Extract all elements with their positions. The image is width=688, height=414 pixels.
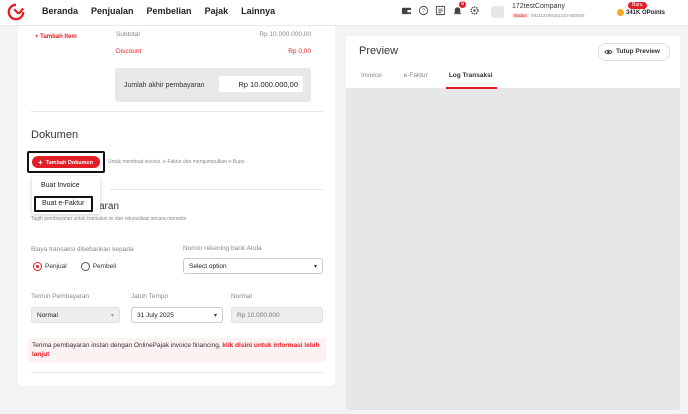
radio-penjual[interactable]: Penjual [33,262,67,271]
svg-text:?: ? [422,9,425,15]
jatuh-tempo-value: 31 July 2025 [137,312,174,319]
chevron-down-icon: ▾ [313,264,317,270]
preview-header: Preview Tutup Preview Invoice e-Faktur L… [346,36,680,89]
total-label: Jumlah akhir pembayaran [124,82,205,89]
header-icons: ? 5 [401,1,480,16]
termin-value: Normal [37,312,58,319]
preview-panel: Preview Tutup Preview Invoice e-Faktur L… [346,36,680,410]
payment-section-title: aran [99,201,120,212]
opoints[interactable]: 341K OPoints [617,9,665,16]
biaya-radio-group: Penjual Pembeli [33,262,116,271]
help-icon[interactable]: ? [418,5,429,16]
onlinepajak-logo[interactable] [7,3,25,21]
nav-penjualan[interactable]: Penjualan [91,6,134,16]
tab-efaktur[interactable]: e-Faktur [404,72,428,84]
company-building-icon [491,6,504,18]
preview-title: Preview [359,45,399,57]
company-id: 091113799151310-000000 [531,13,585,18]
tasks-icon[interactable] [435,5,446,16]
radio-unselected-icon [80,262,90,271]
biaya-label: Biaya transaksi dibebankan kepada [31,246,134,253]
plus-icon: + [38,158,43,167]
main-nav: Beranda Penjualan Pembelian Pajak Lainny… [42,6,275,16]
nav-lainnya[interactable]: Lainnya [241,6,275,16]
nav-beranda[interactable]: Beranda [42,6,78,16]
eye-icon [604,49,613,55]
dokumen-title: Dokumen [31,129,79,141]
company-name[interactable]: 172testCompany [512,3,565,10]
divider [31,111,323,112]
dokumen-hint: Untuk membuat invoice, e-Faktur dan meng… [108,159,245,165]
nav-pembelian[interactable]: Pembelian [147,6,192,16]
discount-label: Discount [116,48,142,55]
menu-item-buat-efaktur[interactable]: Buat e-Faktur [42,200,84,207]
menu-item-highlight: Buat e-Faktur [34,196,93,212]
radio-pembeli-label: Pembeli [92,263,117,271]
discount-value: Rp 0,00 [288,48,311,55]
normal-amount-label: Normal [231,293,252,300]
company-type-badge: Badan [512,13,530,18]
add-document-button[interactable]: + Tambah Dokumen [32,156,100,168]
top-navbar: Beranda Penjualan Pembelian Pajak Lainny… [0,0,688,26]
menu-item-buat-invoice[interactable]: Buat Invoice [41,182,80,189]
termin-label: Termin Pembayaran [31,293,90,300]
add-document-menu: Buat Invoice Buat e-Faktur [32,176,100,214]
financing-info-text: Terima pembayaran instan dengan OnlinePa… [32,342,223,349]
add-document-highlight: + Tambah Dokumen [27,151,105,173]
chevron-down-icon: ▾ [110,313,114,319]
radio-pembeli[interactable]: Pembeli [80,262,117,271]
payment-hint: Tagih pembayaran untuk transaksi ini dan… [31,216,187,222]
chevron-down-icon: ▾ [213,313,217,319]
tab-invoice[interactable]: Invoice [361,72,382,84]
bell-icon[interactable]: 5 [452,1,466,16]
termin-select[interactable]: Normal ▾ [31,307,120,323]
radio-selected-icon [33,262,42,271]
add-item-link[interactable]: + Tambah Item [35,34,77,40]
total-box: Jumlah akhir pembayaran Rp 10.000.000,00 [115,68,311,102]
add-item-label: Tambah Item [40,34,77,40]
points-value: 341K OPoints [626,9,666,16]
radio-penjual-label: Penjual [45,263,67,271]
wallet-icon[interactable] [401,5,412,16]
close-preview-label: Tutup Preview [616,48,660,55]
rekening-label: Nomor rekening bank Anda [183,245,262,252]
rekening-value: Select option [189,263,227,270]
divider [31,372,323,373]
close-preview-button[interactable]: Tutup Preview [598,43,670,61]
new-badge: Baru [628,2,647,9]
preview-tabs: Invoice e-Faktur Log Transaksi [361,72,497,89]
jatuh-tempo-label: Jatuh Tempo [131,293,169,300]
subtotal-label: Subtotal [116,31,140,38]
add-document-label: Tambah Dokumen [45,160,93,166]
subtotal-value: Rp 10.000.000,00 [259,31,311,38]
normal-amount-value: Rp 10.000.000 [237,312,280,319]
nav-pajak[interactable]: Pajak [205,6,229,16]
jatuh-tempo-select[interactable]: 31 July 2025 ▾ [131,307,223,323]
financing-info-box: Terima pembayaran instan dengan OnlinePa… [28,338,326,362]
tab-log-transaksi[interactable]: Log Transaksi [445,72,497,89]
coin-icon [617,9,624,16]
total-value: Rp 10.000.000,00 [219,76,303,92]
normal-amount-field: Rp 10.000.000 [231,307,323,323]
company-subtitle: Badan 091113799151310-000000 [512,13,584,18]
invoice-form-panel: + Tambah Item Subtotal Rp 10.000.000,00 … [18,26,335,386]
rekening-select[interactable]: Select option ▾ [183,258,323,274]
gear-icon[interactable] [469,5,480,16]
divider [110,189,323,190]
notification-badge: 5 [459,1,466,8]
